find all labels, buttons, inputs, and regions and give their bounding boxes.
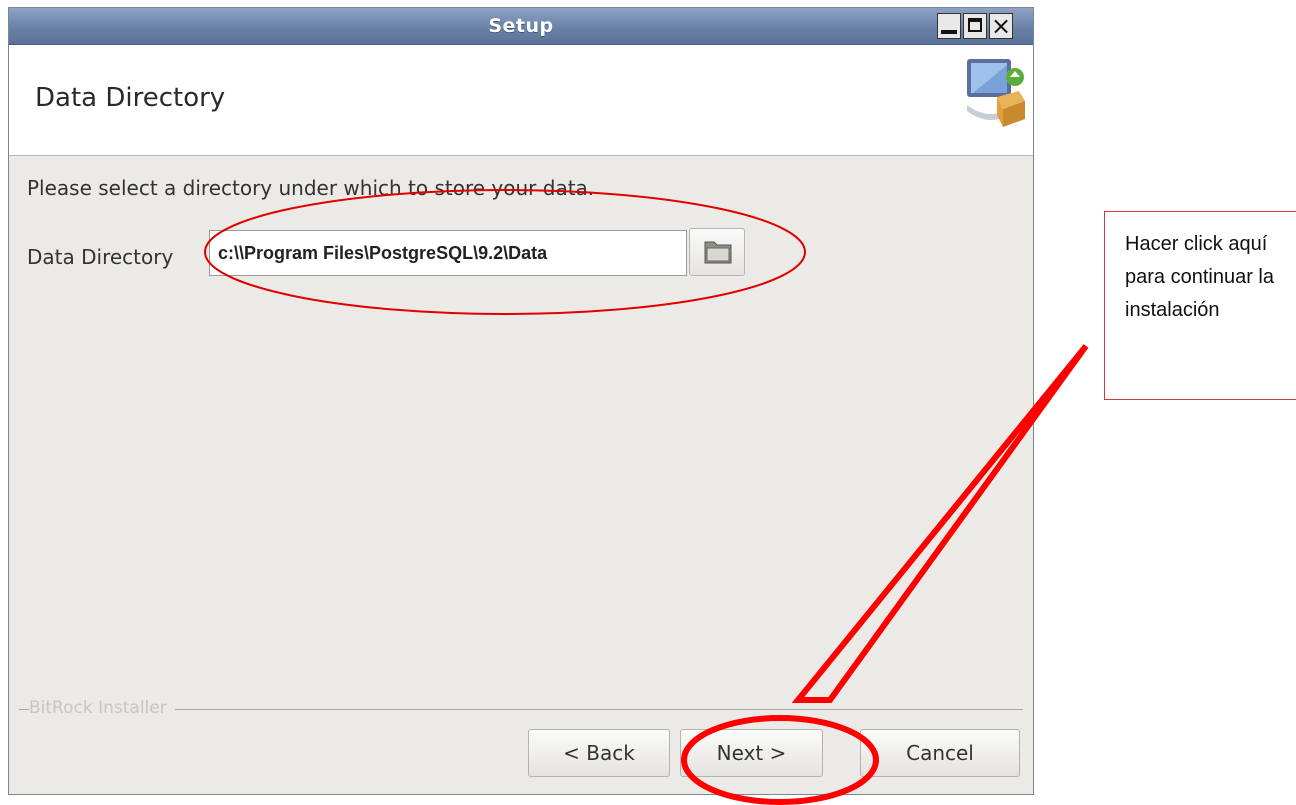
minimize-button[interactable]	[937, 13, 961, 39]
maximize-icon	[968, 18, 982, 32]
browse-folder-button[interactable]	[689, 228, 745, 276]
annotation-callout: Hacer click aquí para continuar la insta…	[1104, 211, 1296, 400]
data-directory-label: Data Directory	[27, 245, 174, 269]
back-button[interactable]: < Back	[528, 729, 670, 777]
title-bar[interactable]: Setup ×	[9, 8, 1033, 45]
brand-separator: BitRock Installer	[19, 698, 1023, 718]
installer-computer-package-icon	[967, 59, 1025, 127]
window-title: Setup	[488, 15, 554, 37]
folder-icon	[704, 241, 732, 264]
data-directory-field[interactable]: c:\\Program Files\PostgreSQL\9.2\Data	[209, 230, 687, 276]
page-header: Data Directory	[9, 45, 1033, 156]
instructions-text: Please select a directory under which to…	[27, 176, 595, 200]
close-icon: ×	[990, 12, 1012, 40]
cancel-button[interactable]: Cancel	[860, 729, 1020, 777]
maximize-button[interactable]	[963, 13, 987, 39]
next-button[interactable]: Next >	[680, 729, 823, 777]
close-button[interactable]: ×	[989, 12, 1013, 40]
minimize-icon	[941, 30, 957, 34]
page-title: Data Directory	[35, 83, 226, 113]
brand-label: BitRock Installer	[29, 698, 175, 718]
setup-window: Setup × Data Directory Please select a d…	[8, 7, 1034, 795]
callout-text: Hacer click aquí para continuar la insta…	[1125, 233, 1274, 321]
